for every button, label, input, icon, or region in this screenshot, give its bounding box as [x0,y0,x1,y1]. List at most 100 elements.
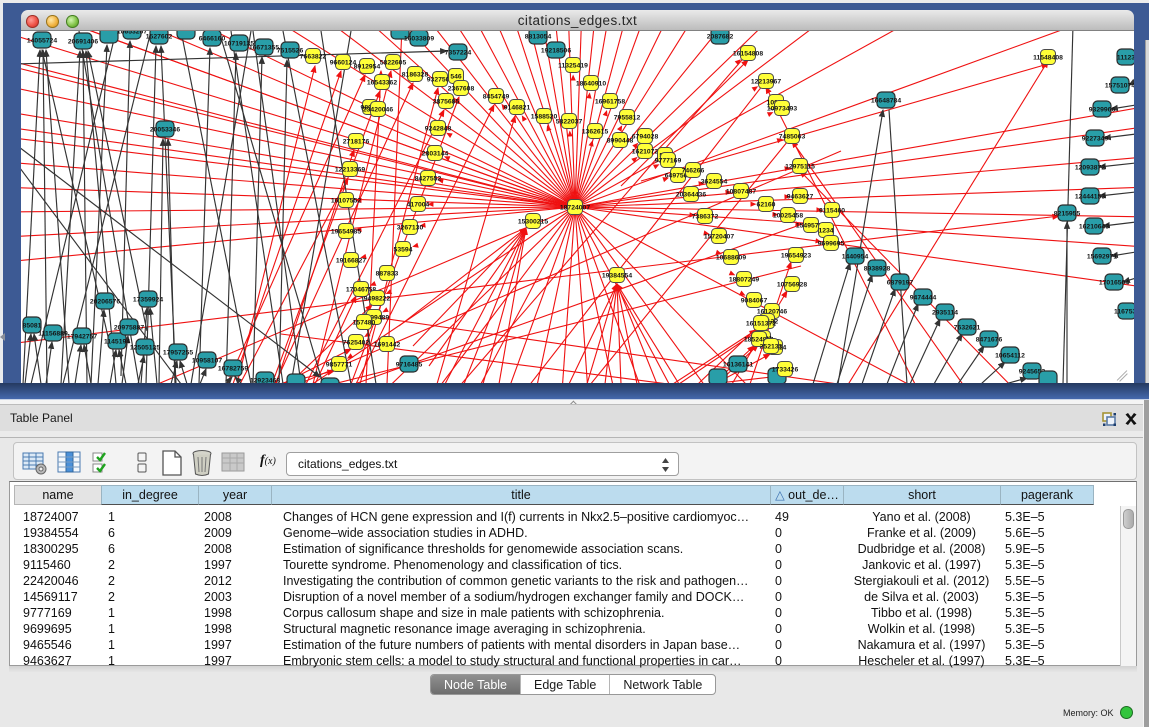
svg-text:16154808: 16154808 [733,51,763,58]
svg-text:157480: 157480 [353,320,376,327]
svg-text:8938928: 8938928 [864,266,891,273]
svg-text:546: 546 [450,74,462,81]
svg-text:9777169: 9777169 [655,158,682,165]
svg-text:10973493: 10973493 [767,106,797,113]
svg-text:8215955: 8215955 [1054,211,1081,218]
svg-text:2087682: 2087682 [707,34,734,41]
svg-text:3624554: 3624554 [701,179,728,186]
svg-text:12444153: 12444153 [1075,194,1105,201]
svg-text:12213967: 12213967 [751,79,781,86]
svg-text:9227349: 9227349 [1082,136,1109,143]
svg-text:10653267: 10653267 [117,31,147,36]
svg-text:9329966: 9329966 [1089,107,1116,114]
svg-text:5822605: 5822605 [380,60,407,67]
svg-text:9463627: 9463627 [787,194,814,201]
svg-text:9699695: 9699695 [818,241,845,248]
svg-text:1527602: 1527602 [146,34,173,41]
svg-text:887833: 887833 [376,271,399,278]
svg-text:7955812: 7955812 [614,115,641,122]
svg-text:8912954: 8912954 [354,64,381,71]
svg-text:9084067: 9084067 [741,298,768,305]
svg-text:9115460: 9115460 [819,208,845,215]
svg-text:8186328: 8186328 [402,72,429,79]
svg-text:11325419: 11325419 [558,63,588,70]
svg-text:16136141: 16136141 [723,362,753,369]
svg-text:2718176: 2718176 [343,139,370,146]
svg-text:16961758: 16961758 [595,99,625,106]
svg-text:9498222: 9498222 [364,296,391,303]
svg-text:16543362: 16543362 [367,80,397,87]
svg-text:18807249: 18807249 [729,277,759,284]
svg-text:17957255: 17957255 [163,350,193,357]
svg-text:15751074: 15751074 [1105,83,1134,90]
svg-text:9857771: 9857771 [326,362,353,369]
svg-text:14055724: 14055724 [27,38,57,45]
svg-text:19654985: 19654985 [331,229,361,236]
svg-text:5822037: 5822037 [556,119,583,126]
svg-text:1733426: 1733426 [772,367,799,374]
svg-text:9474444: 9474444 [910,295,937,302]
svg-text:8990448: 8990448 [607,138,634,145]
svg-text:6794028: 6794028 [632,134,659,141]
svg-text:2367608: 2367608 [448,86,475,93]
svg-text:417004: 417004 [407,202,430,209]
svg-text:16033809: 16033809 [404,36,434,43]
svg-text:18640910: 18640910 [576,81,606,88]
svg-text:17942757: 17942757 [67,334,97,341]
svg-text:746266: 746266 [682,168,705,175]
svg-text:16107552: 16107552 [331,198,361,205]
svg-text:1588520: 1588520 [531,114,558,121]
svg-text:11123: 11123 [1117,55,1134,62]
svg-text:10688609: 10688609 [716,255,746,262]
svg-text:16151372: 16151372 [746,321,776,328]
svg-text:10756928: 10756928 [777,282,807,289]
svg-text:6879197: 6879197 [887,280,914,287]
svg-text:16671355: 16671355 [249,45,279,52]
svg-text:6466160: 6466160 [199,36,226,43]
svg-text:1145194: 1145194 [104,339,130,346]
svg-text:19654923: 19654923 [781,253,811,260]
svg-text:7485063: 7485063 [779,134,806,141]
svg-text:15300215: 15300215 [518,219,548,226]
svg-text:15692971: 15692971 [1087,254,1117,261]
svg-text:17359924: 17359924 [133,297,163,304]
svg-text:85081: 85081 [23,323,42,330]
svg-text:1621072: 1621072 [632,149,659,156]
svg-text:12975115: 12975115 [785,164,815,171]
svg-text:53594: 53594 [394,247,413,254]
svg-text:9242848: 9242848 [425,126,452,133]
svg-text:20975887: 20975887 [114,325,144,332]
svg-text:16782759: 16782759 [218,366,248,373]
svg-text:19166827: 19166827 [336,258,366,265]
svg-text:1440954: 1440954 [842,254,869,261]
svg-text:8471676: 8471676 [976,337,1003,344]
svg-text:252133: 252133 [760,344,783,351]
svg-text:23420046: 23420046 [363,107,393,114]
svg-text:10025458: 10025458 [773,213,803,220]
svg-text:20206576: 20206576 [90,299,120,306]
svg-text:10654112: 10654112 [995,353,1025,360]
svg-text:20364436: 20364436 [676,192,706,199]
svg-text:2935114: 2935114 [932,310,958,317]
svg-text:7632621: 7632621 [954,325,981,332]
svg-text:62160: 62160 [757,202,776,209]
svg-text:17016504: 17016504 [1099,280,1129,287]
svg-text:8813054: 8813054 [525,34,552,41]
svg-text:15720407: 15720407 [704,234,734,241]
svg-text:16210643: 16210643 [1079,224,1109,231]
svg-text:16648784: 16648784 [871,98,901,105]
svg-text:8454749: 8454749 [483,94,510,101]
svg-text:19218506: 19218506 [541,48,571,55]
svg-text:10958107: 10958107 [192,358,222,365]
svg-text:19384554: 19384554 [602,273,632,280]
svg-text:12213369: 12213369 [335,167,365,174]
svg-text:1362615: 1362615 [582,129,609,136]
svg-text:11156889: 11156889 [38,331,68,338]
svg-text:7386372: 7386372 [692,214,719,221]
svg-text:11548408: 11548408 [1033,55,1063,62]
svg-text:9146821: 9146821 [504,105,531,112]
svg-text:10807487: 10807487 [726,189,756,196]
svg-text:18724007: 18724007 [560,205,590,212]
svg-text:12093872: 12093872 [1075,165,1105,172]
svg-text:1234: 1234 [818,228,833,235]
